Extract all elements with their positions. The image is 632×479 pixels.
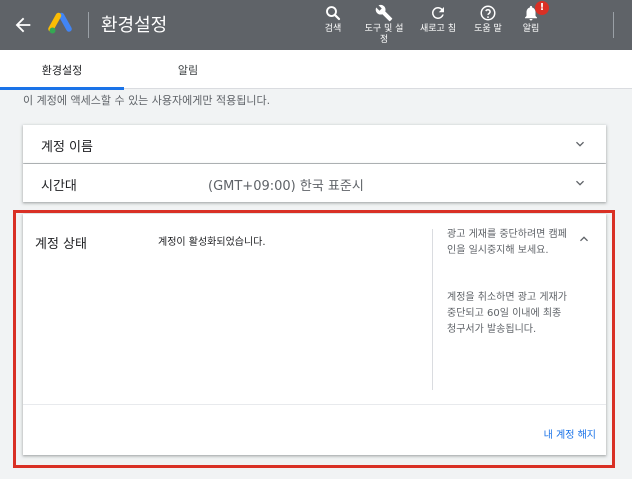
account-name-row[interactable]: 계정 이름 [23,125,606,163]
notification-badge: ! [535,1,549,15]
search-icon [326,6,341,21]
chevron-down-icon[interactable] [572,136,588,152]
refresh-button[interactable]: 새로고 침 [418,4,458,35]
search-label: 검색 [324,24,342,34]
back-arrow-icon[interactable] [12,14,34,36]
notifications-button[interactable]: ! 알림 [511,1,551,35]
account-name-label: 계정 이름 [41,140,93,155]
timezone-row[interactable]: 시간대 (GMT+09:00) 한국 표준시 [23,164,606,202]
timezone-label: 시간대 [41,179,77,194]
page-title: 환경설정 [101,15,168,36]
search-button[interactable]: 검색 [313,4,353,35]
timezone-value: (GMT+09:00) 한국 표준시 [208,179,364,194]
help-label: 도움 말 [474,24,502,34]
notifications-label: 알림 [522,24,540,34]
chevron-down-icon[interactable] [572,175,588,191]
access-note: 이 계정에 액세스할 수 있는 사용자에게만 적용됩니다. [23,94,271,107]
tools-settings-button[interactable]: 도구 및 설정 [362,4,406,46]
google-ads-logo-icon[interactable] [48,12,72,36]
refresh-label: 새로고 침 [420,24,456,34]
top-bar: 환경설정 검색 도구 및 설정 새로고 침 도움 말 ! 알림 [0,0,632,50]
tab-preferences[interactable]: 환경설정 [0,50,124,90]
header-right-divider [613,12,614,38]
help-button[interactable]: 도움 말 [468,4,508,35]
highlight-box [13,210,615,468]
wrench-icon [375,4,393,22]
refresh-icon [431,6,444,19]
header-divider [88,12,89,38]
help-icon [480,5,496,21]
tab-notifications[interactable]: 알림 [124,50,252,89]
tab-bar: 환경설정 알림 [0,50,632,90]
tools-settings-label: 도구 및 설정 [364,24,404,45]
